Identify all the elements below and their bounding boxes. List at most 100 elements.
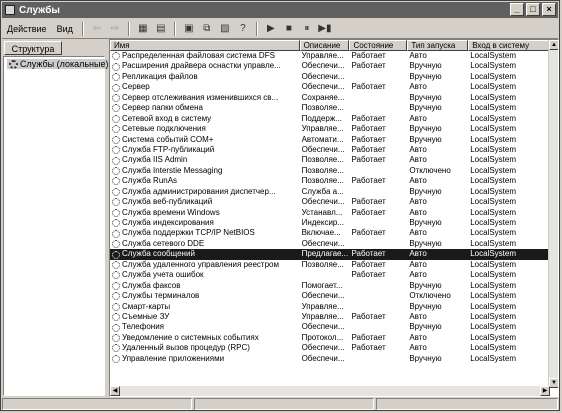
service-name: Сетевой вход в систему (122, 113, 212, 123)
refresh-icon[interactable]: ⧉ (199, 21, 215, 36)
service-name: Служба администрирования диспетчер... (122, 186, 276, 196)
horizontal-scrollbar[interactable]: ◀ ▶ (110, 386, 550, 396)
table-row[interactable]: Служба поддержки TCP/IP NetBIOS Включае..… (110, 228, 550, 238)
start-service-icon[interactable]: ▶ (263, 21, 279, 36)
close-button[interactable]: × (542, 3, 556, 16)
service-name-cell: Сетевой вход в систему (110, 114, 300, 124)
table-row[interactable]: Телефония Обеспечи... Вручную LocalSystem (110, 322, 550, 332)
column-header-startup[interactable]: Тип запуска (407, 40, 469, 51)
service-name: Репликация файлов (122, 71, 198, 81)
logon-cell: LocalSystem (470, 197, 516, 207)
table-row[interactable]: Служба администрирования диспетчер... Слу… (110, 187, 550, 197)
column-header-state[interactable]: Состояние (349, 40, 408, 51)
table-row[interactable]: Сетевой вход в систему Поддерж... Работает… (110, 114, 550, 124)
startup-type-cell: Авто (409, 270, 427, 280)
pause-service-icon[interactable]: ⏸ (299, 21, 315, 36)
help-icon[interactable]: ? (235, 21, 251, 36)
maximize-button[interactable]: □ (526, 3, 540, 16)
gear-icon (112, 281, 120, 290)
back-icon[interactable]: ⇦ (89, 21, 105, 36)
table-row[interactable]: Система событий COM+ Автомати... Работает В… (110, 135, 550, 145)
description-cell: Индексир... (301, 218, 345, 227)
scroll-left-icon[interactable]: ◀ (110, 386, 120, 396)
forward-icon[interactable]: ⇨ (107, 21, 123, 36)
export-icon[interactable]: ▧ (217, 21, 233, 36)
menu-action[interactable]: Действие (2, 24, 52, 34)
logon-cell: LocalSystem (470, 259, 516, 269)
gear-icon (112, 93, 120, 102)
service-name: Телефония (122, 322, 164, 332)
vertical-scrollbar[interactable]: ▲ ▼ (548, 40, 558, 388)
state-cell: Работает (351, 332, 386, 342)
toolbar-separator (255, 21, 258, 36)
service-name-cell: Смарт-карты (110, 302, 300, 312)
table-row[interactable]: Служба сетевого DDE Обеспечи... Вручную Loc… (110, 239, 550, 249)
startup-type-cell: Вручную (409, 186, 442, 196)
tree-item-services-local[interactable]: Службы (локальные) (7, 59, 111, 69)
table-row[interactable]: Служба Interstie Messaging Позволяе... Отк… (110, 166, 550, 176)
rows-container: Распределенная файловая система DFS Управ… (110, 51, 550, 364)
tree-toggle-icon[interactable]: ▤ (153, 21, 169, 36)
startup-type-cell: Авто (409, 249, 427, 259)
startup-type-cell: Авто (409, 144, 427, 154)
column-header-name[interactable]: Имя (110, 40, 300, 51)
table-row[interactable]: Распределенная файловая система DFS Управ… (110, 51, 550, 61)
description-cell (300, 270, 350, 280)
gear-icon (112, 208, 120, 217)
table-row[interactable]: Репликация файлов Обеспечи... Вручную Local… (110, 72, 550, 82)
gear-icon (112, 177, 120, 186)
gear-icon (112, 229, 120, 238)
minimize-button[interactable]: _ (510, 3, 524, 16)
table-row[interactable]: Удаленный вызов процедур (RPC) Обеспечи..… (110, 343, 550, 353)
state-cell (349, 72, 407, 82)
table-row[interactable]: Сетевые подключения Управляе... Работает Вр… (110, 124, 550, 134)
table-row[interactable]: Служба учета ошибок Работает Авто LocalSyst… (110, 270, 550, 280)
logon-cell: LocalSystem (470, 343, 516, 353)
table-row[interactable]: Уведомление о системных событиях Протокол… (110, 333, 550, 343)
description-cell: Обеспечи... (301, 71, 345, 81)
table-row[interactable]: Смарт-карты Управляе... Вручную LocalSystem (110, 302, 550, 312)
table-row[interactable]: Служба удаленного управления реестром Поз… (110, 260, 550, 270)
table-row[interactable]: Служба IIS Admin Позволяе... Работает Авто L… (110, 155, 550, 165)
gear-icon (112, 323, 120, 332)
column-header-logon[interactable]: Вход в систему (468, 40, 550, 51)
service-name: Служба удаленного управления реестром (122, 259, 279, 269)
table-row[interactable]: Служба веб-публикаций Обеспечи... Работает… (110, 197, 550, 207)
tab-structure[interactable]: Структура (4, 41, 62, 55)
table-row[interactable]: Служба индексирования Индексир... Вручную L… (110, 218, 550, 228)
table-row[interactable]: Управление приложениями Обеспечи... Вручну… (110, 354, 550, 364)
scroll-right-icon[interactable]: ▶ (540, 386, 550, 396)
stop-service-icon[interactable]: ■ (281, 21, 297, 36)
table-row[interactable]: Службы терминалов Обеспечи... Отключено Loc… (110, 291, 550, 301)
table-row[interactable]: Сервер отслеживания изменившихся св... Со… (110, 93, 550, 103)
table-row[interactable]: Служба факсов Помогает... Вручную LocalSyst… (110, 281, 550, 291)
scroll-down-icon[interactable]: ▼ (549, 378, 558, 388)
table-row[interactable]: Служба FTP-публикаций Обеспечи... Работает… (110, 145, 550, 155)
state-cell: Работает (351, 270, 386, 280)
table-row[interactable]: Служба RunAs Позволяе... Работает Авто Local… (110, 176, 550, 186)
logon-cell: LocalSystem (470, 207, 516, 217)
table-row[interactable]: Расширения драйвера оснастки управле... О… (110, 61, 550, 71)
table-row[interactable]: Сервер папки обмена Позволяе... Вручную Loc… (110, 103, 550, 113)
table-row[interactable]: Сервер Обеспечи... Работает Авто LocalSystem (110, 82, 550, 92)
column-header-description[interactable]: Описание (299, 40, 350, 51)
table-row[interactable]: Служба сообщений Предлагае... Работает Авто… (110, 249, 550, 260)
service-name-cell: Сервер (110, 82, 300, 92)
startup-type-cell: Авто (409, 343, 427, 353)
scroll-up-icon[interactable]: ▲ (549, 40, 558, 50)
logon-cell: LocalSystem (470, 311, 516, 321)
restart-service-icon[interactable]: ▶▮ (317, 21, 333, 36)
properties-icon[interactable]: ▣ (181, 21, 197, 36)
service-name-cell: Сервер отслеживания изменившихся св... (110, 93, 300, 103)
up-level-icon[interactable]: ▦ (135, 21, 151, 36)
menu-view[interactable]: Вид (52, 24, 78, 34)
service-name: Служба Interstie Messaging (122, 165, 223, 175)
description-cell: Позволяе... (301, 259, 344, 269)
table-row[interactable]: Служба времени Windows Устанавл... Работае… (110, 208, 550, 218)
startup-type-cell: Авто (409, 228, 427, 238)
logon-cell: LocalSystem (470, 144, 516, 154)
table-row[interactable]: Съемные ЗУ Управляе... Работает Авто LocalSy… (110, 312, 550, 322)
state-cell (349, 281, 407, 291)
description-cell: Обеспечи... (301, 291, 345, 301)
description-cell: Управляе... (301, 51, 344, 60)
